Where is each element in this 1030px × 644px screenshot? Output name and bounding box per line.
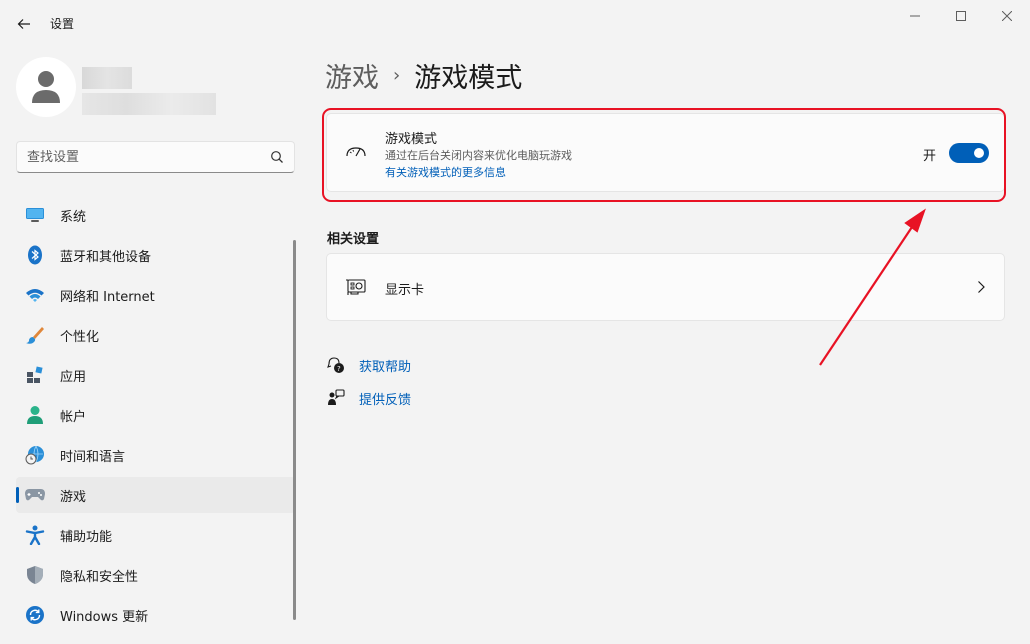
breadcrumb-separator: › [393,65,401,86]
sidebar-item-windows-update[interactable]: Windows 更新 [16,597,295,633]
sidebar-item-label: 游戏 [60,489,87,505]
sidebar-item-time-language[interactable]: 时间和语言 [16,437,295,473]
sidebar-item-bluetooth[interactable]: 蓝牙和其他设备 [16,237,295,273]
close-icon [1002,11,1012,21]
give-feedback-link[interactable]: 提供反馈 [326,388,411,408]
user-profile[interactable] [16,57,296,119]
sidebar-item-label: 系统 [60,209,87,225]
gamepad-icon [24,484,46,506]
sidebar-item-personalization[interactable]: 个性化 [16,317,295,353]
person-icon [24,404,46,426]
sidebar-item-label: 个性化 [60,329,100,345]
paintbrush-icon [24,324,46,346]
title-bar: 设置 [0,0,1030,48]
bluetooth-icon [24,244,46,266]
minimize-button[interactable] [892,0,938,32]
sidebar-item-network[interactable]: 网络和 Internet [16,277,295,313]
sidebar-item-accounts[interactable]: 帐户 [16,397,295,433]
redacted-user-email [82,93,216,115]
maximize-button[interactable] [938,0,984,32]
sidebar-scrollbar[interactable] [293,240,296,620]
sidebar-item-label: 帐户 [60,409,87,425]
sidebar-item-label: 隐私和安全性 [60,569,139,585]
sidebar-item-label: 蓝牙和其他设备 [60,249,152,265]
person-avatar-icon [32,71,60,103]
sidebar-item-label: 网络和 Internet [60,289,155,305]
get-help-link[interactable]: ? 获取帮助 [326,355,411,375]
shield-icon [24,564,46,586]
back-arrow-icon [17,19,30,29]
accessibility-icon [24,524,46,546]
sidebar-item-label: 时间和语言 [60,449,126,465]
avatar[interactable] [16,57,76,117]
maximize-icon [956,11,966,21]
sidebar-item-label: Windows 更新 [60,609,149,625]
back-button[interactable] [10,10,38,38]
help-chat-icon: ? [326,355,346,375]
monitor-icon [24,204,46,226]
sidebar-item-label: 辅助功能 [60,529,113,545]
graphics-card-row[interactable]: 显示卡 [326,253,1005,321]
redacted-user-name [82,67,132,89]
sidebar-nav: 系统 蓝牙和其他设备 网络和 Internet 个性化 应用 帐户 时间和语言 … [16,197,295,637]
page-title: 游戏模式 [414,63,523,94]
related-settings-heading: 相关设置 [327,232,380,247]
graphics-card-icon [346,279,366,295]
svg-text:?: ? [337,365,341,373]
app-title: 设置 [50,17,75,31]
sidebar-item-accessibility[interactable]: 辅助功能 [16,517,295,553]
close-button[interactable] [984,0,1030,32]
give-feedback-label: 提供反馈 [359,392,412,408]
feedback-icon [326,388,346,408]
breadcrumb: 游戏 › 游戏模式 [325,56,522,95]
apps-icon [24,364,46,386]
wifi-icon [24,284,46,306]
get-help-label: 获取帮助 [359,359,412,375]
search-input[interactable] [27,149,257,165]
breadcrumb-parent[interactable]: 游戏 [325,56,379,95]
minimize-icon [910,15,920,17]
update-icon [24,604,46,626]
graphics-card-label: 显示卡 [385,283,425,298]
chevron-right-icon [978,281,985,293]
sidebar-item-system[interactable]: 系统 [16,197,295,233]
red-highlight-box [322,108,1006,202]
sidebar-item-privacy[interactable]: 隐私和安全性 [16,557,295,593]
sidebar-item-apps[interactable]: 应用 [16,357,295,393]
sidebar-item-label: 应用 [60,369,87,385]
sidebar-item-gaming[interactable]: 游戏 [16,477,295,513]
search-box[interactable] [16,141,295,173]
globe-clock-icon [24,444,46,466]
search-icon[interactable] [270,150,284,164]
